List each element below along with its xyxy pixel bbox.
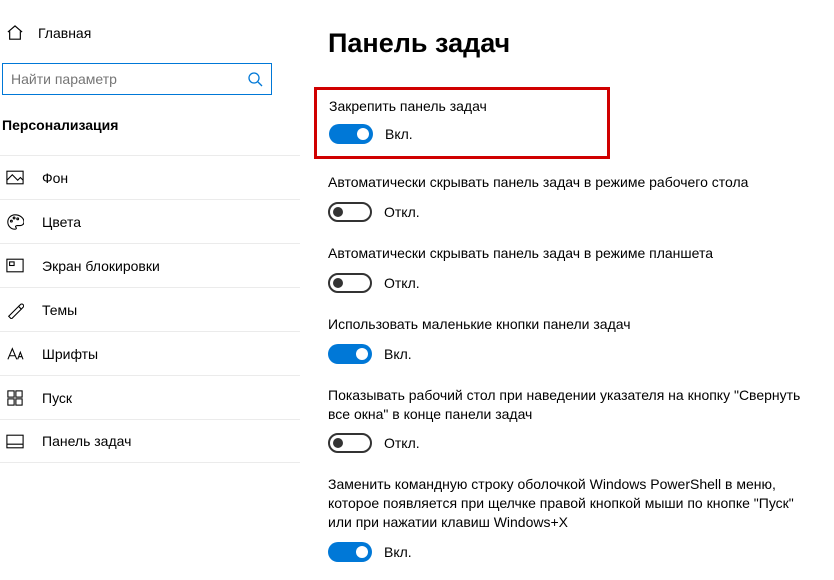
setting-small-buttons: Использовать маленькие кнопки панели зад… [328, 315, 814, 364]
sidebar-item-start[interactable]: Пуск [0, 375, 300, 419]
sidebar-item-label: Экран блокировки [42, 258, 160, 274]
category-header: Персонализация [0, 117, 300, 155]
toggle-state: Откл. [384, 275, 420, 291]
setting-title: Показывать рабочий стол при наведении ук… [328, 386, 814, 424]
toggle-autohide-tablet[interactable] [328, 273, 372, 293]
toggle-lock-taskbar[interactable] [329, 124, 373, 144]
setting-title: Заменить командную строку оболочкой Wind… [328, 475, 814, 532]
home-link[interactable]: Главная [0, 25, 300, 63]
toggle-state: Вкл. [385, 126, 413, 142]
picture-icon [6, 169, 24, 187]
setting-title: Использовать маленькие кнопки панели зад… [328, 315, 814, 334]
sidebar-item-label: Цвета [42, 214, 81, 230]
sidebar: Главная Персонализация Фон Цвета [0, 0, 300, 580]
toggle-state: Вкл. [384, 544, 412, 560]
toggle-small-buttons[interactable] [328, 344, 372, 364]
search-input[interactable] [11, 71, 247, 87]
sidebar-item-taskbar[interactable]: Панель задач [0, 419, 300, 463]
sidebar-item-label: Шрифты [42, 346, 98, 362]
fonts-icon [6, 345, 24, 363]
setting-title: Закрепить панель задач [329, 98, 487, 114]
sidebar-item-themes[interactable]: Темы [0, 287, 300, 331]
toggle-state: Вкл. [384, 346, 412, 362]
toggle-peek-desktop[interactable] [328, 433, 372, 453]
setting-peek-desktop: Показывать рабочий стол при наведении ук… [328, 386, 814, 454]
sidebar-item-colors[interactable]: Цвета [0, 199, 300, 243]
toggle-powershell[interactable] [328, 542, 372, 562]
sidebar-item-background[interactable]: Фон [0, 155, 300, 199]
setting-autohide-tablet: Автоматически скрывать панель задач в ре… [328, 244, 814, 293]
themes-icon [6, 301, 24, 319]
main-content: Панель задач Закрепить панель задач Вкл.… [300, 0, 834, 580]
sidebar-item-label: Темы [42, 302, 77, 318]
setting-title: Автоматически скрывать панель задач в ре… [328, 173, 814, 192]
lockscreen-icon [6, 257, 24, 275]
highlighted-setting: Закрепить панель задач Вкл. [314, 87, 610, 159]
start-icon [6, 389, 24, 407]
toggle-state: Откл. [384, 204, 420, 220]
search-input-container[interactable] [2, 63, 272, 95]
home-label: Главная [38, 25, 91, 41]
sidebar-item-label: Фон [42, 170, 68, 186]
sidebar-item-fonts[interactable]: Шрифты [0, 331, 300, 375]
setting-powershell: Заменить командную строку оболочкой Wind… [328, 475, 814, 562]
setting-autohide-desktop: Автоматически скрывать панель задач в ре… [328, 173, 814, 222]
toggle-state: Откл. [384, 435, 420, 451]
page-title: Панель задач [328, 28, 814, 59]
toggle-autohide-desktop[interactable] [328, 202, 372, 222]
taskbar-icon [6, 432, 24, 450]
sidebar-item-label: Панель задач [42, 433, 131, 449]
sidebar-item-lockscreen[interactable]: Экран блокировки [0, 243, 300, 287]
sidebar-item-label: Пуск [42, 390, 72, 406]
search-icon [247, 71, 263, 87]
setting-title: Автоматически скрывать панель задач в ре… [328, 244, 814, 263]
palette-icon [6, 213, 24, 231]
home-icon [6, 25, 24, 41]
